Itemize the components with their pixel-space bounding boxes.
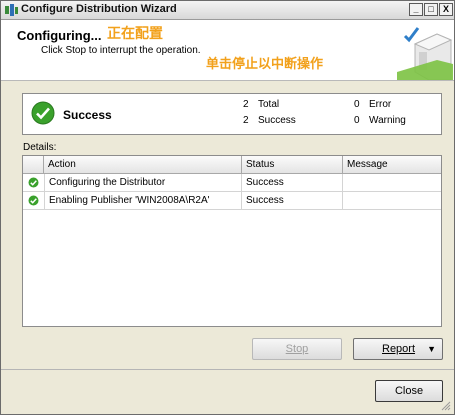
wizard-window: Configure Distribution Wizard _ □ X Conf… bbox=[0, 0, 455, 415]
stop-button-label: Stop bbox=[285, 343, 309, 355]
success-check-icon bbox=[28, 195, 39, 206]
close-button-label: Close bbox=[394, 385, 424, 397]
status-cell: Success bbox=[242, 192, 343, 209]
message-cell bbox=[343, 192, 441, 209]
page-subtitle: Click Stop to interrupt the operation. bbox=[41, 45, 201, 56]
close-window-button[interactable]: X bbox=[439, 3, 453, 16]
table-row[interactable]: Configuring the Distributor Success bbox=[23, 174, 441, 192]
summary-status: Success bbox=[63, 108, 112, 122]
maximize-button[interactable]: □ bbox=[424, 3, 438, 16]
report-button[interactable]: Report ▼ bbox=[353, 338, 443, 360]
table-row[interactable]: Enabling Publisher 'WIN2008A\R2A' Succes… bbox=[23, 192, 441, 210]
status-cell: Success bbox=[242, 174, 343, 191]
minimize-button[interactable]: _ bbox=[409, 3, 423, 16]
action-cell: Configuring the Distributor bbox=[44, 174, 242, 191]
close-button[interactable]: Close bbox=[375, 380, 443, 402]
details-grid[interactable]: Action Status Message Configuring the Di… bbox=[22, 155, 442, 327]
message-cell bbox=[343, 174, 441, 191]
footer-divider bbox=[1, 369, 454, 370]
action-cell: Enabling Publisher 'WIN2008A\R2A' bbox=[44, 192, 242, 209]
warning-label: Warning bbox=[369, 115, 406, 126]
total-count: 2 bbox=[243, 99, 249, 110]
action-column-header[interactable]: Action bbox=[44, 156, 242, 173]
icon-column-header bbox=[23, 156, 44, 173]
warning-count: 0 bbox=[354, 115, 360, 126]
page-title: Configuring... bbox=[17, 28, 102, 43]
title-bar[interactable]: Configure Distribution Wizard _ □ X bbox=[1, 1, 454, 20]
server-progress-icon bbox=[397, 27, 453, 80]
status-column-header[interactable]: Status bbox=[242, 156, 343, 173]
annotation-stop-hint-cn: 单击停止以中断操作 bbox=[206, 57, 324, 72]
dropdown-arrow-icon: ▼ bbox=[427, 344, 436, 354]
wizard-app-icon bbox=[5, 4, 18, 16]
details-label: Details: bbox=[23, 142, 57, 153]
annotation-configuring-cn: 正在配置 bbox=[107, 26, 163, 42]
window-title: Configure Distribution Wizard bbox=[21, 3, 177, 15]
error-label: Error bbox=[369, 99, 392, 110]
stop-button[interactable]: Stop bbox=[252, 338, 342, 360]
status-summary: Success 2 Total 2 Success 0 Error 0 Warn… bbox=[22, 93, 442, 135]
report-button-label: Report bbox=[382, 343, 416, 355]
grid-header: Action Status Message bbox=[23, 156, 441, 174]
success-count: 2 bbox=[243, 115, 249, 126]
message-column-header[interactable]: Message bbox=[343, 156, 441, 173]
error-count: 0 bbox=[354, 99, 360, 110]
resize-grip-icon[interactable] bbox=[441, 401, 451, 411]
success-check-icon bbox=[28, 177, 39, 188]
success-label: Success bbox=[258, 115, 296, 126]
success-large-icon bbox=[31, 101, 55, 125]
total-label: Total bbox=[258, 99, 280, 110]
